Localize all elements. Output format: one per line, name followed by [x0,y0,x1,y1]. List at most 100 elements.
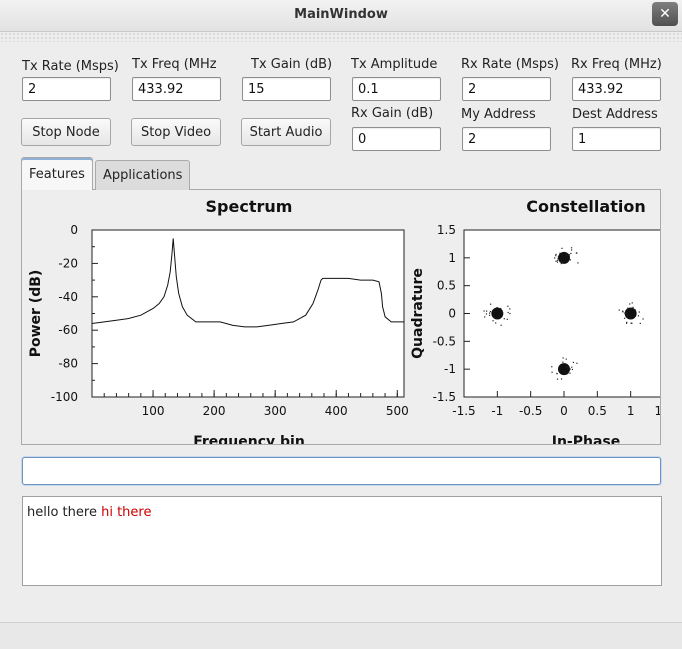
tab-applications[interactable]: Applications [95,160,191,190]
constellation-y-tick-label: 1 [448,251,456,265]
constellation-noise-point [569,259,571,261]
constellation-noise-point [568,254,571,256]
spectrum-y-tick-label: 0 [70,223,78,237]
constellation-noise-point [556,261,559,263]
constellation-noise-point [566,366,568,368]
my-address-field[interactable] [462,127,551,151]
constellation-x-tick-label: 0 [560,404,568,418]
constellation-noise-point [509,312,511,315]
constellation-noise-point [509,308,511,310]
constellation-noise-point [626,314,628,316]
constellation-noise-point [576,252,578,254]
constellation-noise-point [485,313,488,315]
constellation-noise-point [493,311,495,313]
dest-address-field[interactable] [572,127,661,151]
spectrum-chart: Spectrum100 200 300 400 5000-20-40-60-80-100… [28,197,409,444]
constellation-noise-point [551,366,553,368]
rx-rate-field[interactable] [462,77,551,101]
constellation-noise-point [560,378,563,380]
constellation-noise-point [624,312,626,314]
constellation-noise-point [506,318,508,320]
spectrum-title: Spectrum [206,197,293,216]
constellation-noise-point [560,262,562,265]
my-address-label: My Address [461,107,536,122]
constellation-noise-point [642,318,644,320]
tx-gain-label: Tx Gain (dB) [251,57,333,72]
constellation-x-axis-label: In-Phase [552,434,621,444]
toolbar-grip[interactable] [0,32,682,42]
constellation-noise-point [624,317,626,319]
spectrum-x-axis-label: Frequency bin [193,434,305,444]
constellation-title: Constellation [526,197,645,216]
constellation-noise-point [630,322,632,324]
constellation-noise-point [490,303,492,305]
tx-gain-field[interactable] [242,77,331,101]
constellation-noise-point [562,361,564,363]
spectrum-y-tick-label: -80 [58,357,78,371]
constellation-noise-point [500,324,502,326]
tab-features[interactable]: Features [21,157,93,190]
tx-rate-field[interactable] [22,77,111,101]
tx-freq-field[interactable] [132,77,221,101]
spectrum-x-tick-label: 300 [264,404,287,418]
spectrum-y-tick-label: -20 [58,256,78,270]
constellation-noise-point [569,372,571,374]
constellation-noise-point [483,310,485,312]
spectrum-plot-area [91,229,405,398]
constellation-noise-point [554,257,556,259]
constellation-noise-point [576,362,578,364]
constellation-noise-point [493,316,496,318]
constellation-noise-point [632,306,634,309]
constellation-x-tick-label: -1.5 [452,404,475,418]
constellation-noise-point [551,371,553,373]
constellation-noise-point [555,260,557,262]
constellation-noise-point [565,373,567,375]
spectrum-x-tick-label: 100 [142,404,165,418]
features-tab-panel: Spectrum 100 200 300 400 500 0 -20 -40 -60 -80 -100… [21,189,661,445]
constellation-noise-point [489,311,492,313]
spectrum-y-tick-label: -100 [51,390,78,404]
start-audio-button[interactable]: Start Audio [241,118,331,146]
constellation-noise-point [567,367,569,369]
chat-log[interactable]: hello there hi there [22,496,662,586]
constellation-x-tick-label: 1 [627,404,635,418]
constellation-point [491,307,504,320]
rx-gain-label: Rx Gain (dB) [351,106,434,121]
constellation-noise-point [559,252,561,254]
constellation-noise-point [630,318,632,320]
constellation-noise-point [495,322,497,324]
constellation-noise-point [507,311,509,314]
spectrum-x-tick-label: 400 [325,404,348,418]
constellation-noise-point [555,253,557,256]
close-icon[interactable]: ✕ [652,2,678,26]
constellation-y-tick-label: 0 [448,307,456,321]
constellation-noise-point [501,311,503,313]
spectrum-x-tick-label: 200 [203,404,226,418]
rx-freq-field[interactable] [572,77,661,101]
constellation-noise-point [626,322,628,324]
tx-amplitude-field[interactable] [352,77,441,101]
message-input[interactable] [22,457,661,485]
constellation-noise-point [570,247,573,249]
rx-freq-label: Rx Freq (MHz) [571,57,662,72]
rx-gain-field[interactable] [352,127,441,151]
constellation-y-axis-label: Quadrature [410,268,426,359]
constellation-noise-point [562,357,564,359]
constellation-noise-point [557,256,560,258]
constellation-x-tick-label: 1.5 [654,404,660,418]
constellation-noise-point [571,366,573,368]
constellation-y-tick-label: -0.5 [433,334,456,348]
stop-video-button[interactable]: Stop Video [131,118,221,146]
constellation-noise-point [634,309,637,311]
constellation-noise-point [566,254,568,256]
constellation-noise-point [556,259,559,261]
status-bar [0,622,682,649]
constellation-noise-point [569,368,571,370]
constellation-y-tick-label: -1 [444,362,456,376]
constellation-noise-point [488,312,491,314]
constellation-noise-point [492,320,494,322]
constellation-noise-point [627,307,629,309]
stop-node-button[interactable]: Stop Node [21,118,111,146]
constellation-noise-point [500,307,502,310]
spectrum-y-tick-label: -60 [58,323,78,337]
